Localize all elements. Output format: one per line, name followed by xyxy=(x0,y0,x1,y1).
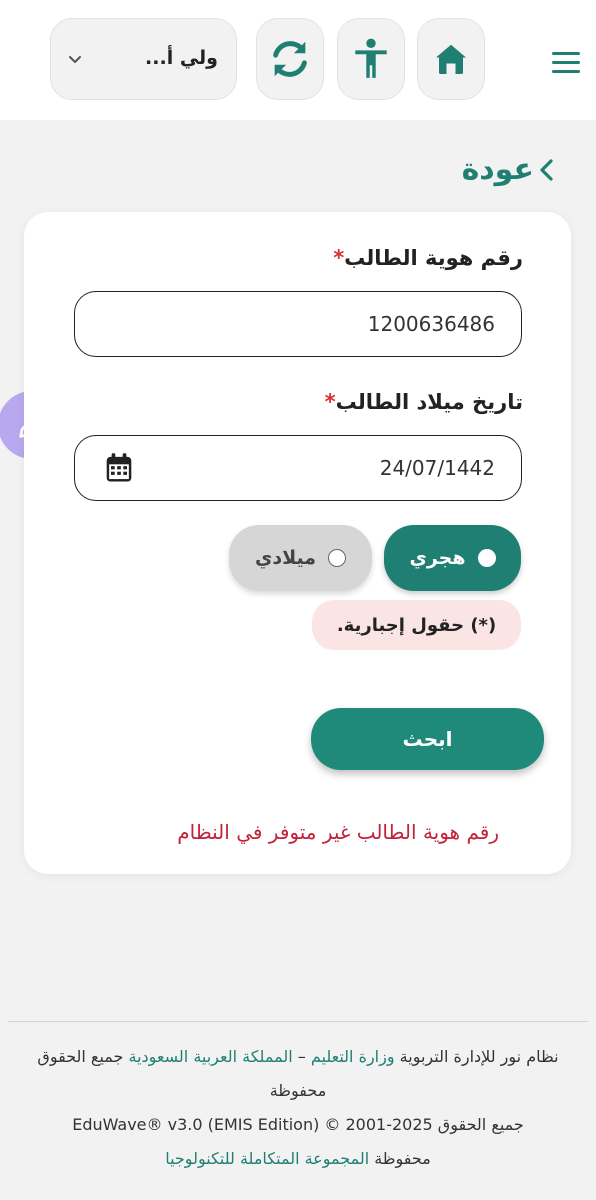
student-id-label: رقم هوية الطالب* xyxy=(333,246,523,270)
footer-line-2: جميع الحقوق EduWave® v3.0 (EMIS Edition)… xyxy=(72,1115,524,1134)
hijri-radio[interactable]: هجري xyxy=(384,525,521,591)
calendar-icon[interactable] xyxy=(104,452,134,484)
student-dob-input[interactable] xyxy=(74,435,522,501)
footer-line-3: محفوظة المجموعة المتكاملة للتكنولوجيا xyxy=(165,1149,431,1168)
search-button[interactable]: ابحث xyxy=(311,708,544,770)
home-button[interactable] xyxy=(417,18,485,100)
gregorian-label: ميلادي xyxy=(254,547,317,569)
country-link[interactable]: المملكة العربية السعودية xyxy=(129,1047,293,1066)
required-fields-note: (*) حقول إجبارية. xyxy=(312,600,521,650)
role-select[interactable]: ولي أ... xyxy=(50,18,237,100)
company-link[interactable]: المجموعة المتكاملة للتكنولوجيا xyxy=(165,1149,369,1168)
top-bar: ولي أ... xyxy=(0,0,596,120)
ministry-link[interactable]: وزارة التعليم xyxy=(311,1047,395,1066)
error-message: رقم هوية الطالب غير متوفر في النظام xyxy=(177,820,499,844)
footer: نظام نور للإدارة التربوية وزارة التعليم … xyxy=(30,1040,566,1176)
hijri-label: هجري xyxy=(409,547,466,569)
required-marker: * xyxy=(333,246,345,270)
search-form-card: رقم هوية الطالب* تاريخ ميلاد الطالب* هجر… xyxy=(24,212,571,874)
back-label: عودة xyxy=(461,152,534,187)
home-icon xyxy=(436,44,466,74)
chevron-down-icon xyxy=(69,56,81,63)
footer-divider xyxy=(8,1021,588,1022)
radio-selected-icon xyxy=(477,549,496,567)
back-link[interactable]: عودة xyxy=(462,152,554,187)
accessibility-icon xyxy=(355,38,387,78)
sync-icon xyxy=(273,41,307,77)
accessibility-button[interactable] xyxy=(337,18,405,100)
radio-unselected-icon xyxy=(328,549,347,567)
sync-button[interactable] xyxy=(256,18,324,100)
footer-line-1: نظام نور للإدارة التربوية وزارة التعليم … xyxy=(37,1047,559,1100)
menu-icon[interactable] xyxy=(552,52,584,78)
student-id-input[interactable] xyxy=(74,291,522,357)
role-label: ولي أ... xyxy=(145,47,218,69)
gregorian-radio[interactable]: ميلادي xyxy=(229,525,372,591)
required-marker: * xyxy=(324,390,336,414)
chevron-left-icon xyxy=(540,158,553,181)
student-dob-label: تاريخ ميلاد الطالب* xyxy=(324,390,523,414)
